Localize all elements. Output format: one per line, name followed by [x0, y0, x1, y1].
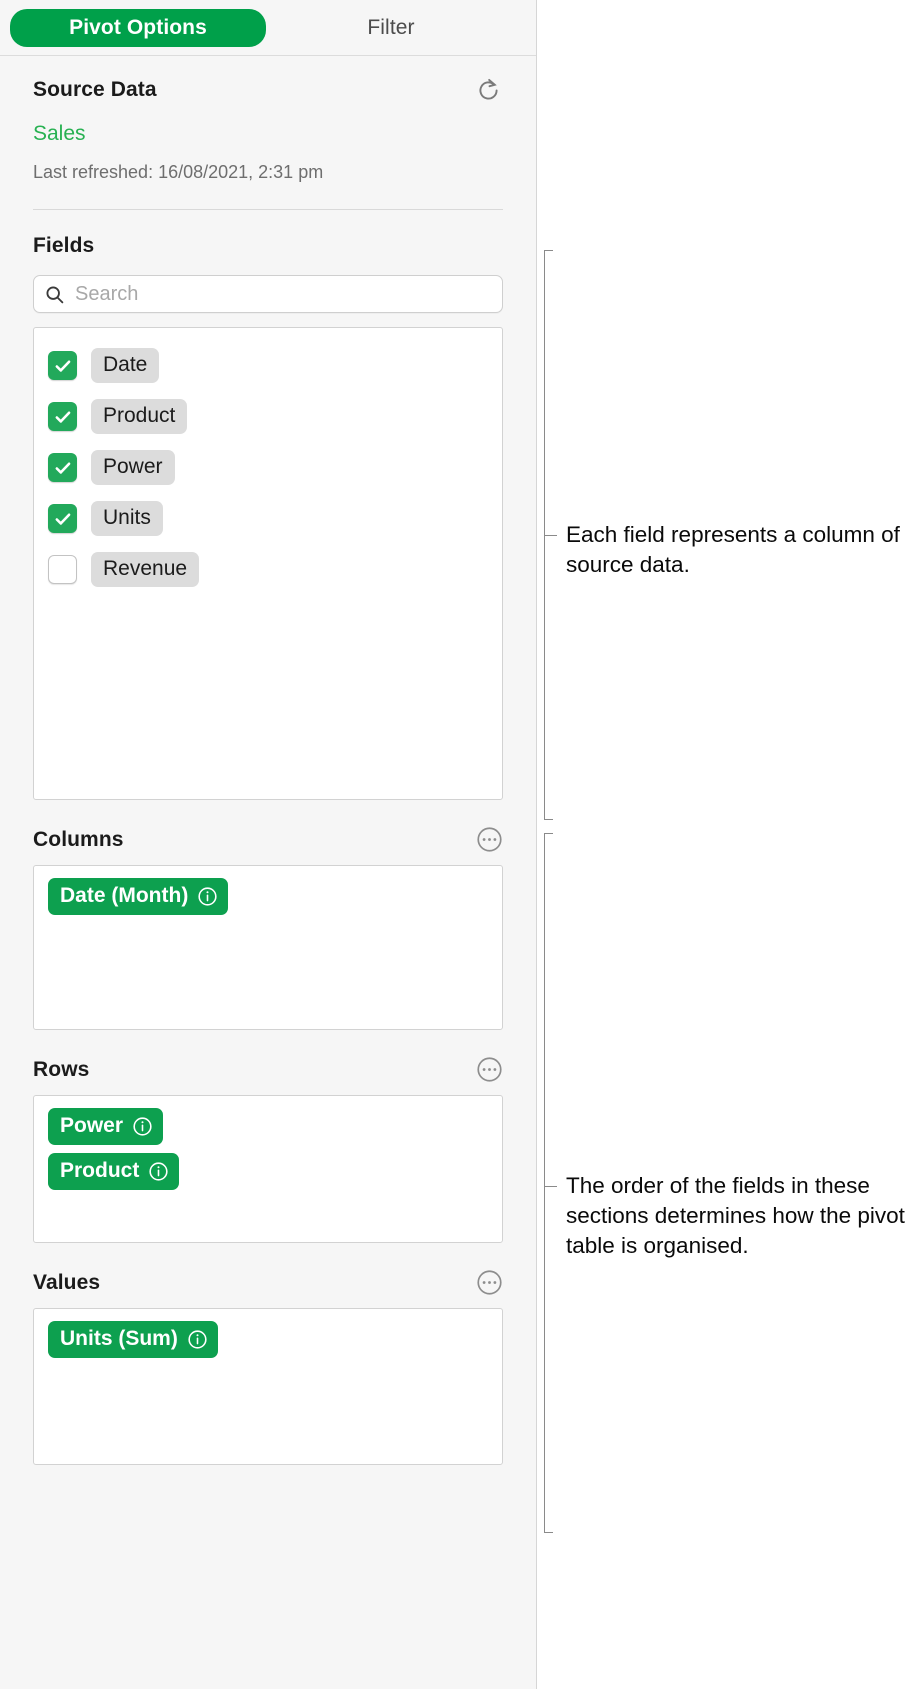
callout-tick-zones — [544, 1186, 557, 1187]
values-heading: Values — [33, 1270, 101, 1294]
columns-pill-date-month[interactable]: Date (Month) — [48, 878, 229, 915]
info-icon[interactable] — [187, 1329, 208, 1350]
rows-pill-label-product: Product — [60, 1159, 140, 1182]
fields-heading: Fields — [33, 234, 95, 257]
callout-tick-fields — [544, 535, 557, 536]
columns-heading: Columns — [33, 827, 124, 851]
fields-list[interactable]: Date Product Power Units Revenue — [33, 327, 503, 800]
columns-zone-header: Columns — [33, 826, 503, 853]
field-tag-date[interactable]: Date — [91, 348, 160, 383]
tab-filter[interactable]: Filter — [266, 9, 516, 47]
columns-dropzone[interactable]: Date (Month) — [33, 865, 503, 1030]
source-table-link[interactable]: Sales — [33, 122, 503, 146]
values-dropzone[interactable]: Units (Sum) — [33, 1308, 503, 1465]
field-tag-product[interactable]: Product — [91, 399, 188, 434]
fields-section: Fields Search Date Product Power Units R… — [33, 210, 503, 800]
field-row-date[interactable]: Date — [48, 340, 502, 391]
tab-pivot-options[interactable]: Pivot Options — [10, 8, 266, 47]
rows-pill-power[interactable]: Power — [48, 1108, 164, 1145]
callout-text-zones: The order of the fields in these section… — [566, 1173, 905, 1258]
callout-text-fields: Each field represents a column of source… — [566, 522, 900, 577]
field-tag-power[interactable]: Power — [91, 450, 175, 485]
values-pill-label: Units (Sum) — [60, 1327, 178, 1350]
refresh-icon[interactable] — [473, 75, 503, 105]
rows-zone-header: Rows — [33, 1056, 503, 1083]
field-checkbox-product[interactable] — [48, 402, 77, 431]
field-row-power[interactable]: Power — [48, 442, 502, 493]
field-checkbox-units[interactable] — [48, 504, 77, 533]
ellipsis-circle-icon-columns[interactable] — [476, 826, 503, 853]
pivot-options-panel-screenshot: Pivot Options Filter Source Data Sales L… — [0, 0, 923, 1689]
field-row-product[interactable]: Product — [48, 391, 502, 442]
info-icon[interactable] — [132, 1116, 153, 1137]
search-input[interactable] — [75, 282, 492, 306]
source-data-header: Source Data — [33, 75, 503, 105]
search-icon — [44, 284, 65, 305]
field-tag-revenue[interactable]: Revenue — [91, 552, 200, 587]
info-icon[interactable] — [197, 886, 218, 907]
field-checkbox-power[interactable] — [48, 453, 77, 482]
columns-pill-label: Date (Month) — [60, 884, 189, 907]
tab-bar: Pivot Options Filter — [0, 0, 536, 56]
last-refreshed-text: Last refreshed: 16/08/2021, 2:31 pm — [33, 162, 324, 182]
callout-bracket-zones — [544, 833, 553, 1533]
source-data-section: Source Data Sales Last refreshed: 16/08/… — [33, 56, 503, 210]
values-pill-units-sum[interactable]: Units (Sum) — [48, 1321, 218, 1358]
rows-pill-product[interactable]: Product — [48, 1153, 180, 1190]
panel-body: Source Data Sales Last refreshed: 16/08/… — [0, 56, 536, 1465]
field-search-box[interactable] — [33, 275, 503, 313]
field-tag-units[interactable]: Units — [91, 501, 163, 536]
ellipsis-circle-icon-values[interactable] — [476, 1269, 503, 1296]
ellipsis-circle-icon-rows[interactable] — [476, 1056, 503, 1083]
field-row-revenue[interactable]: Revenue — [48, 544, 502, 595]
rows-heading: Rows — [33, 1057, 90, 1081]
source-data-heading: Source Data — [33, 78, 157, 101]
info-icon[interactable] — [148, 1161, 169, 1182]
rows-pill-label-power: Power — [60, 1114, 124, 1137]
field-row-units[interactable]: Units — [48, 493, 502, 544]
field-checkbox-revenue[interactable] — [48, 555, 77, 584]
field-checkbox-date[interactable] — [48, 351, 77, 380]
rows-dropzone[interactable]: Power Product — [33, 1095, 503, 1243]
values-zone-header: Values — [33, 1269, 503, 1296]
sidebar-panel: Pivot Options Filter Source Data Sales L… — [0, 0, 537, 1689]
